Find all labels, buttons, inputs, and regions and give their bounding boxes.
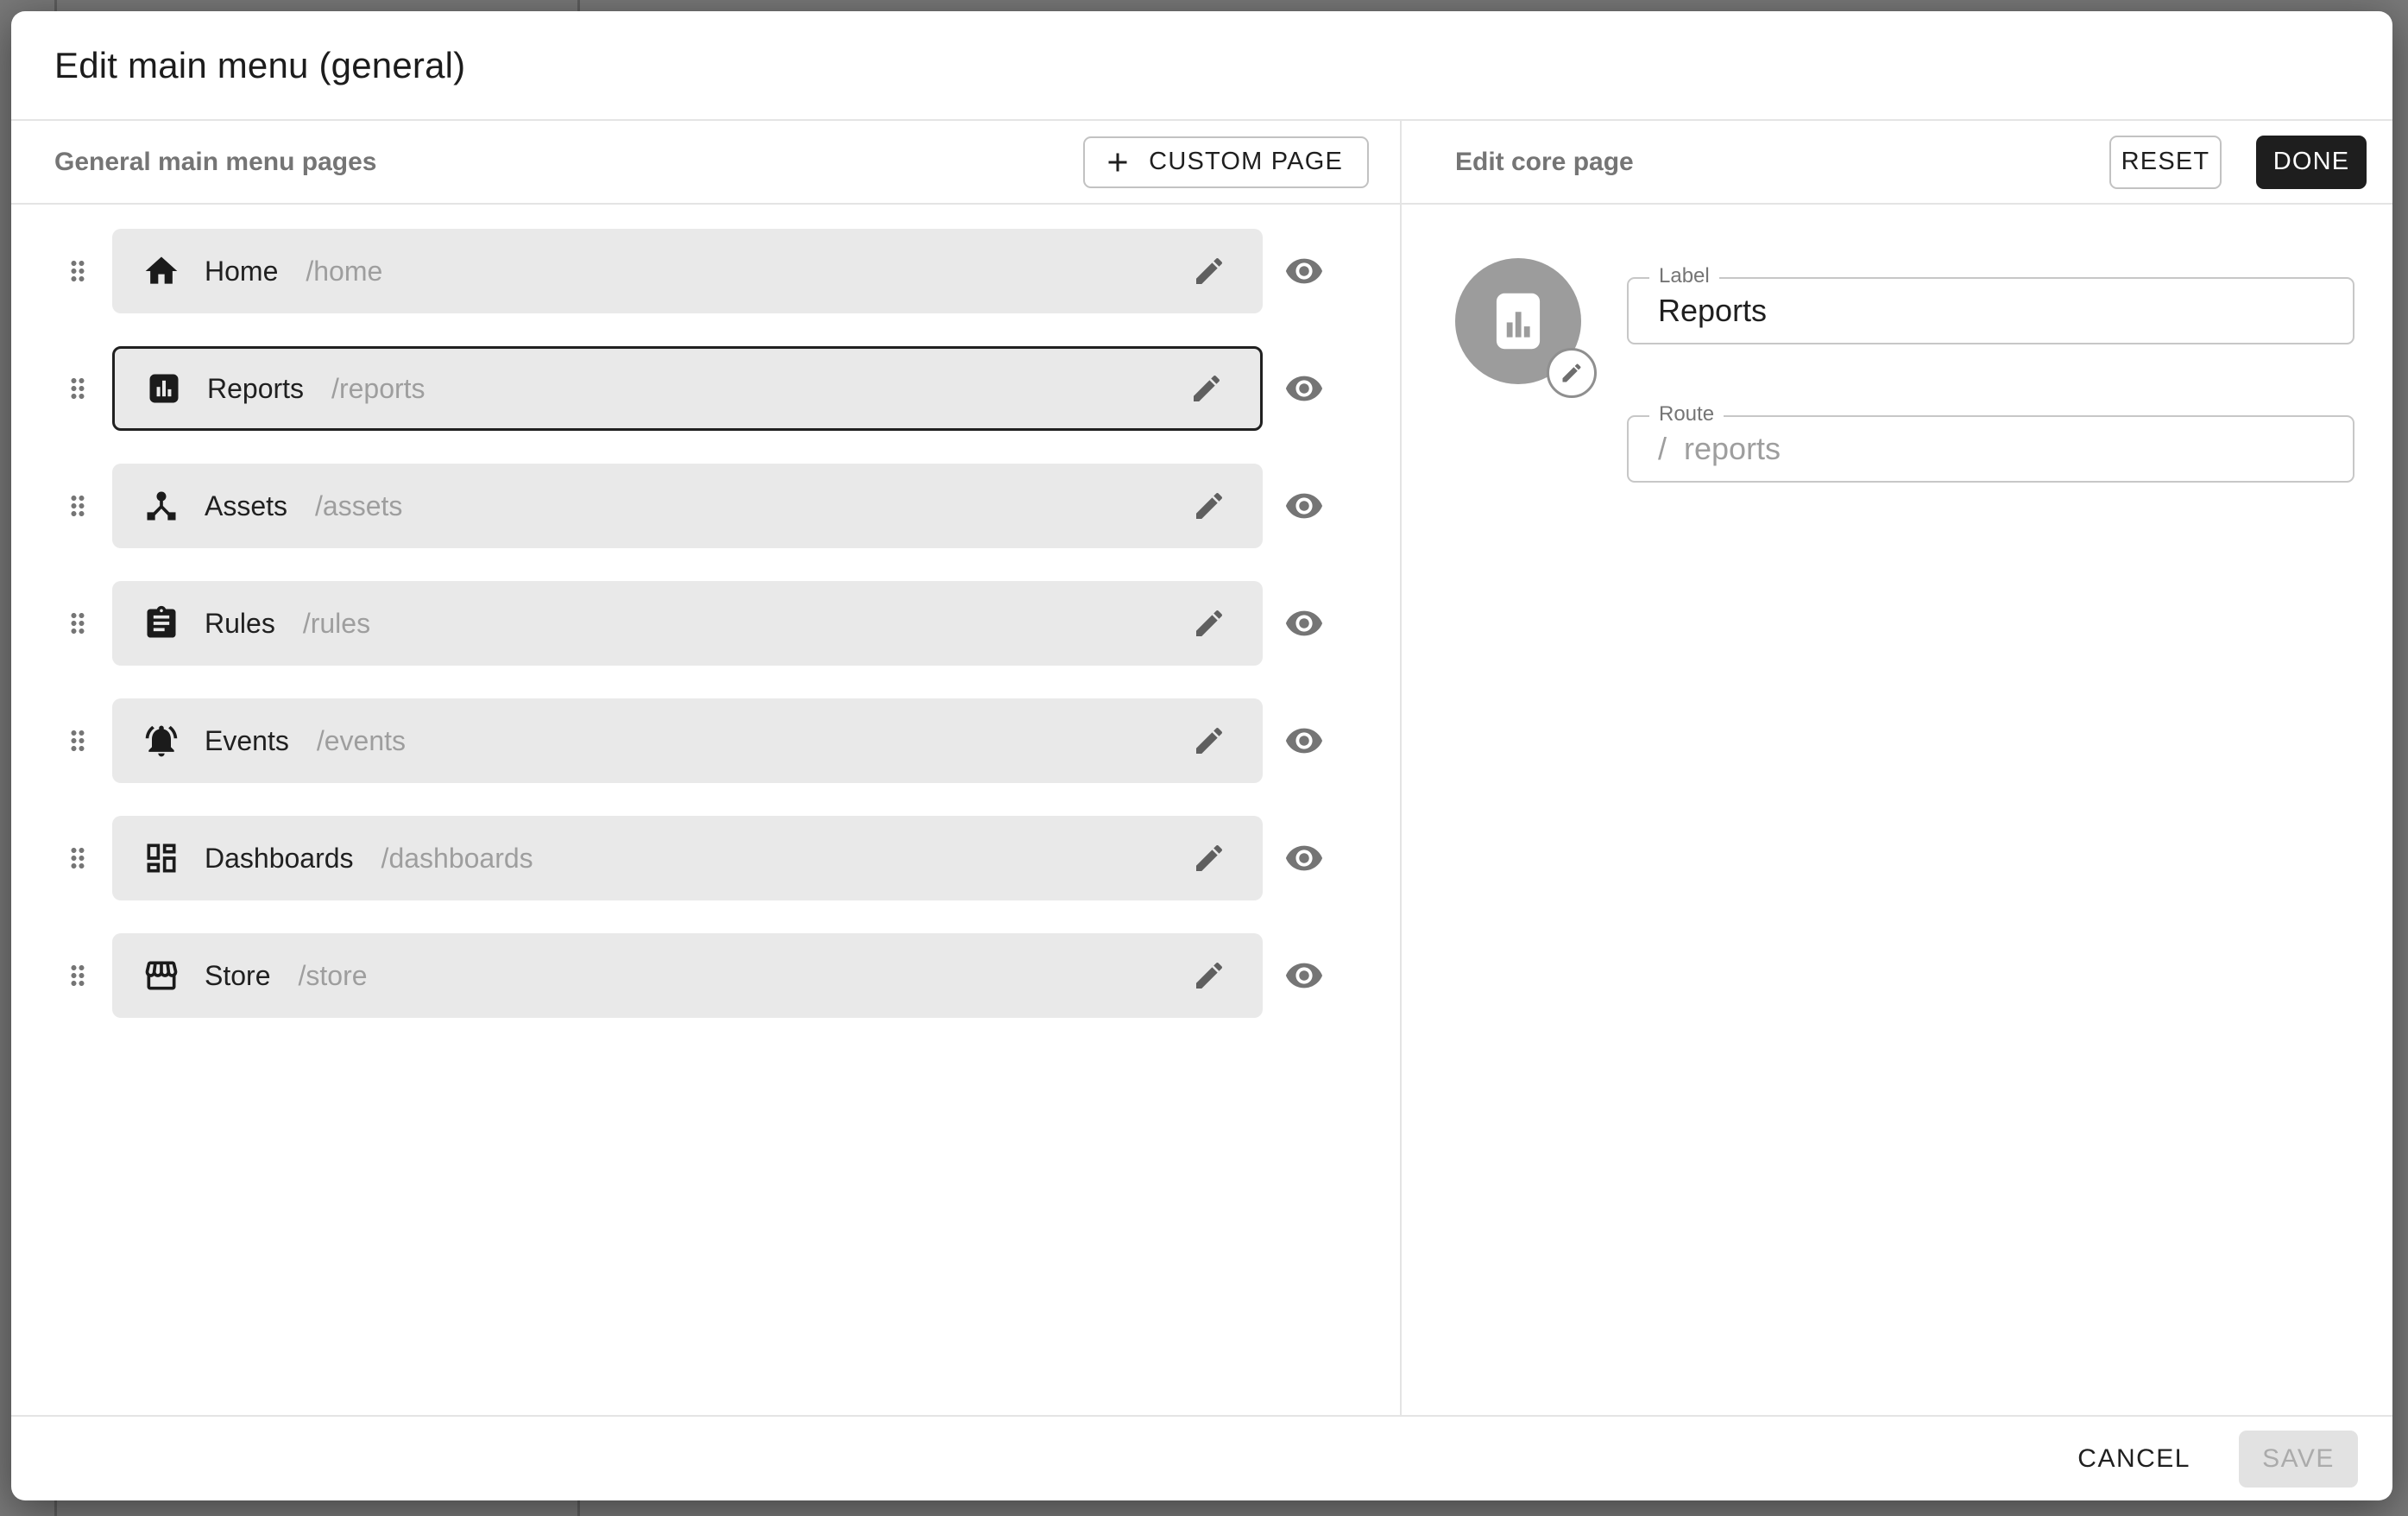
left-section-header: General main menu pages CUSTOM PAGE <box>11 121 1400 205</box>
custom-page-button-label: CUSTOM PAGE <box>1149 148 1343 176</box>
dialog-footer: CANCEL SAVE <box>11 1415 2392 1500</box>
edit-core-page-form: Label Route / reports <box>1402 205 2392 483</box>
home-icon <box>142 252 180 290</box>
route-field-legend: Route <box>1649 402 1724 426</box>
plus-icon <box>1102 147 1133 178</box>
dialog-title: Edit main menu (general) <box>54 45 465 86</box>
rules-icon <box>142 604 180 642</box>
edit-pencil-icon[interactable] <box>1192 958 1226 993</box>
menu-page-card[interactable]: Home /home <box>112 229 1263 313</box>
menu-row: Reports /reports <box>11 346 1400 431</box>
menu-row: Dashboards /dashboards <box>11 816 1400 900</box>
left-section-title: General main menu pages <box>54 148 1083 177</box>
route-text: reports <box>1684 431 1781 467</box>
store-icon <box>142 957 180 995</box>
drag-handle-icon[interactable] <box>62 251 93 291</box>
route-field[interactable]: Route / reports <box>1627 415 2354 483</box>
right-section-header: Edit core page RESET DONE <box>1402 121 2392 205</box>
menu-page-card[interactable]: Events /events <box>112 698 1263 783</box>
label-field[interactable]: Label <box>1627 277 2354 344</box>
visibility-eye-icon[interactable] <box>1284 721 1324 761</box>
visibility-eye-icon[interactable] <box>1284 369 1324 408</box>
dialog-title-bar: Edit main menu (general) <box>11 11 2392 121</box>
route-prefix: / <box>1658 431 1667 467</box>
page-route: /dashboards <box>381 843 533 875</box>
custom-page-button[interactable]: CUSTOM PAGE <box>1083 136 1369 188</box>
dialog-content: General main menu pages CUSTOM PAGE Home… <box>11 121 2392 1415</box>
drag-handle-icon[interactable] <box>62 838 93 878</box>
page-route: /rules <box>303 608 370 640</box>
visibility-eye-icon[interactable] <box>1284 486 1324 526</box>
reset-button[interactable]: RESET <box>2109 136 2222 189</box>
page-label: Store <box>205 960 270 992</box>
page-label: Events <box>205 725 289 757</box>
menu-page-card[interactable]: Store /store <box>112 933 1263 1018</box>
page-label: Rules <box>205 608 275 640</box>
edit-main-menu-dialog: Edit main menu (general) General main me… <box>11 11 2392 1500</box>
right-section-title: Edit core page <box>1455 148 2109 177</box>
route-value: / reports <box>1658 431 1781 467</box>
visibility-eye-icon[interactable] <box>1284 956 1324 995</box>
edit-pencil-icon[interactable] <box>1192 606 1226 641</box>
page-route: /reports <box>331 373 425 405</box>
drag-handle-icon[interactable] <box>62 721 93 761</box>
edit-core-page-panel: Edit core page RESET DONE <box>1402 121 2392 1415</box>
visibility-eye-icon[interactable] <box>1284 251 1324 291</box>
pencil-icon <box>1560 361 1584 385</box>
drag-handle-icon[interactable] <box>62 369 93 408</box>
reports-icon <box>145 370 183 407</box>
drag-handle-icon[interactable] <box>62 603 93 643</box>
menu-page-card[interactable]: Reports /reports <box>112 346 1263 431</box>
page-label: Home <box>205 256 278 287</box>
events-icon <box>142 722 180 760</box>
visibility-eye-icon[interactable] <box>1284 838 1324 878</box>
drag-handle-icon[interactable] <box>62 956 93 995</box>
page-route: /store <box>298 960 367 992</box>
assets-icon <box>142 487 180 525</box>
page-route: /events <box>317 725 406 757</box>
change-icon-button[interactable] <box>1547 348 1597 398</box>
menu-page-card[interactable]: Assets /assets <box>112 464 1263 548</box>
edit-pencil-icon[interactable] <box>1192 254 1226 288</box>
menu-page-card[interactable]: Rules /rules <box>112 581 1263 666</box>
page-route: /assets <box>315 490 402 522</box>
page-label: Dashboards <box>205 843 354 875</box>
menu-row: Assets /assets <box>11 464 1400 548</box>
label-input[interactable] <box>1658 293 2323 329</box>
page-route: /home <box>306 256 382 287</box>
edit-pencil-icon[interactable] <box>1192 841 1226 875</box>
menu-row: Home /home <box>11 229 1400 313</box>
menu-row: Events /events <box>11 698 1400 783</box>
done-button[interactable]: DONE <box>2256 136 2367 189</box>
menu-list: Home /home Reports /reports <box>11 205 1400 1051</box>
drag-handle-icon[interactable] <box>62 486 93 526</box>
general-pages-panel: General main menu pages CUSTOM PAGE Home… <box>11 121 1402 1415</box>
menu-row: Rules /rules <box>11 581 1400 666</box>
edit-pencil-icon[interactable] <box>1192 489 1226 523</box>
page-label: Assets <box>205 490 287 522</box>
edit-pencil-icon[interactable] <box>1189 371 1224 406</box>
menu-page-card[interactable]: Dashboards /dashboards <box>112 816 1263 900</box>
page-icon-avatar <box>1455 258 1581 384</box>
dashboards-icon <box>142 839 180 877</box>
page-label: Reports <box>207 373 304 405</box>
save-button[interactable]: SAVE <box>2239 1431 2358 1488</box>
menu-row: Store /store <box>11 933 1400 1018</box>
cancel-button[interactable]: CANCEL <box>2069 1432 2199 1486</box>
field-group: Label Route / reports <box>1627 277 2354 483</box>
visibility-eye-icon[interactable] <box>1284 603 1324 643</box>
label-field-legend: Label <box>1649 264 1719 288</box>
edit-pencil-icon[interactable] <box>1192 723 1226 758</box>
